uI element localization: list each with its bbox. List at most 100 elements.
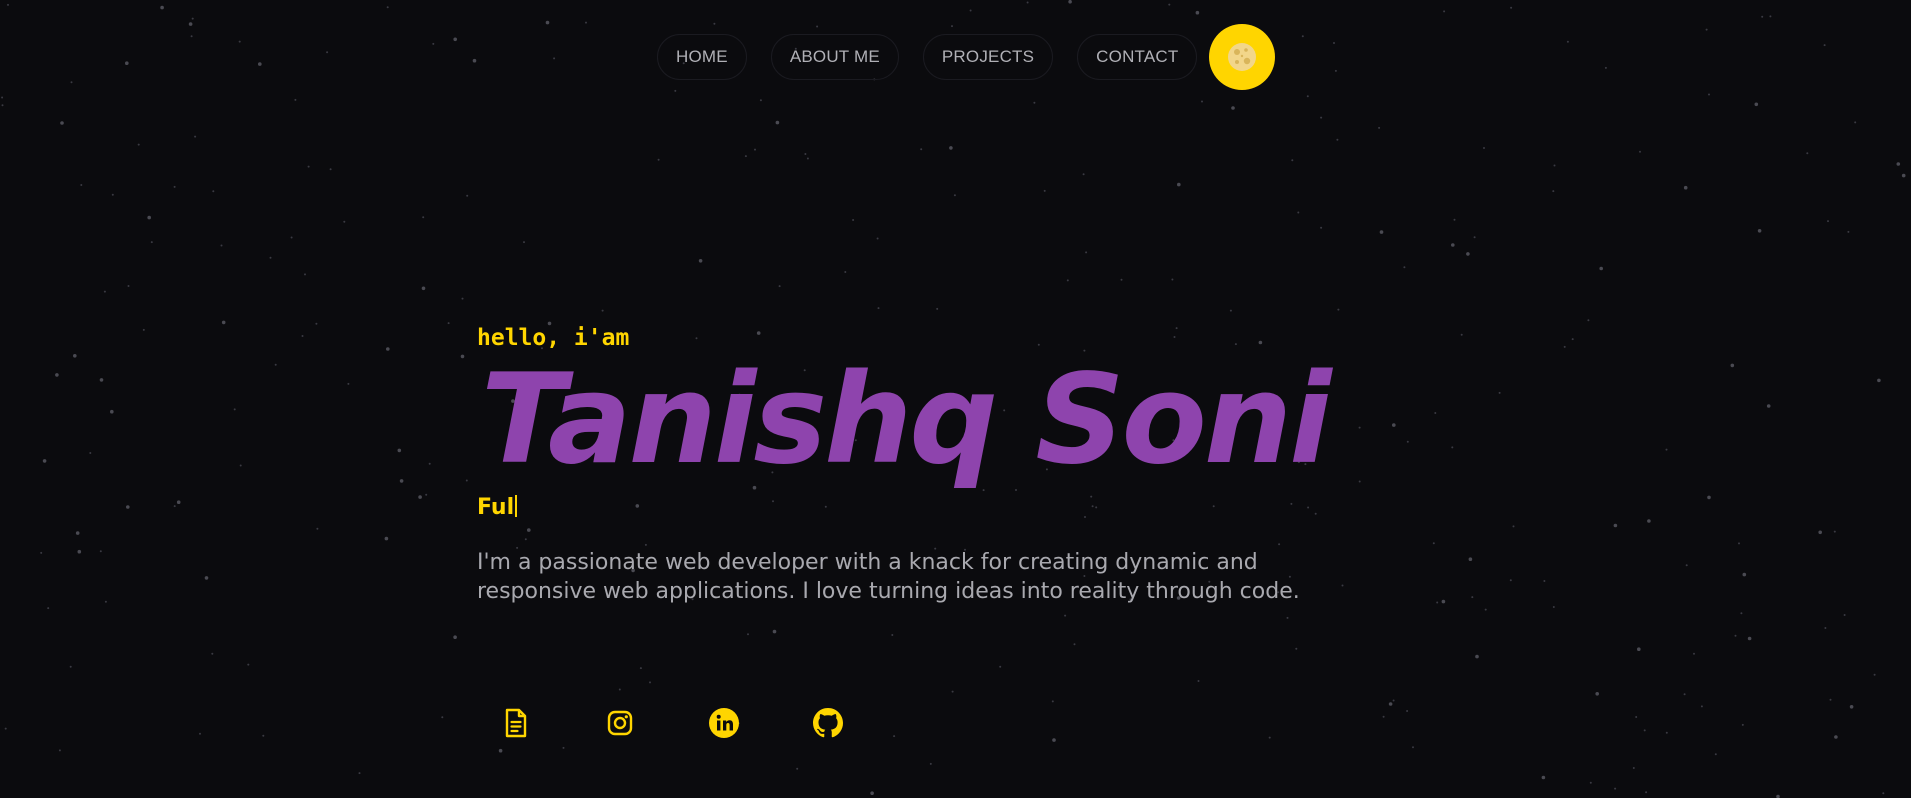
star [1441, 599, 1446, 604]
page: HOME ABOUT ME PROJECTS CONTACT hello, i'… [0, 0, 1911, 798]
star [1, 96, 4, 99]
typed-role-text: Ful [477, 492, 1417, 524]
star [1645, 791, 1648, 794]
star [806, 157, 809, 160]
star [1229, 309, 1232, 312]
star [891, 634, 894, 636]
star [1388, 702, 1393, 706]
star [754, 148, 756, 151]
hero-section: hello, i'am Tanishq Soni Ful I'm a passi… [477, 318, 1417, 628]
instagram-link[interactable] [601, 704, 639, 742]
star [1510, 6, 1513, 9]
star [1823, 44, 1826, 47]
star [1082, 173, 1085, 176]
star [1829, 698, 1832, 701]
github-link[interactable] [809, 704, 847, 742]
nav-home[interactable]: HOME [657, 34, 747, 80]
star [1761, 15, 1764, 18]
star [1412, 746, 1414, 749]
star [465, 479, 468, 482]
star [1707, 495, 1711, 500]
star [1757, 229, 1762, 233]
theme-toggle-button[interactable] [1209, 24, 1276, 90]
linkedin-link[interactable] [705, 704, 743, 742]
star [1700, 705, 1703, 708]
star [247, 663, 250, 666]
star [384, 536, 389, 541]
star [301, 335, 304, 337]
star [262, 734, 265, 737]
star [212, 190, 215, 193]
star [125, 61, 129, 65]
star [290, 236, 293, 239]
star [40, 551, 43, 554]
star [194, 135, 197, 138]
star [386, 347, 390, 351]
star [1632, 767, 1635, 769]
star [472, 58, 477, 63]
star [1882, 792, 1885, 795]
star [77, 549, 82, 554]
star [1468, 557, 1473, 561]
star [920, 148, 923, 151]
star [772, 629, 777, 634]
star [453, 635, 457, 639]
star [1553, 164, 1556, 167]
star [80, 184, 83, 186]
star [386, 6, 389, 9]
star [1403, 266, 1406, 269]
nav-contact[interactable]: CONTACT [1077, 34, 1198, 80]
star [1306, 95, 1309, 98]
star [1685, 564, 1688, 567]
star [523, 241, 525, 244]
star [418, 495, 422, 499]
instagram-icon [607, 710, 633, 736]
star [618, 688, 621, 691]
star [1827, 220, 1829, 223]
star [127, 285, 130, 287]
star [111, 193, 114, 196]
star [1333, 42, 1335, 44]
star [211, 652, 214, 655]
star [1552, 190, 1555, 193]
star [1563, 345, 1566, 348]
star [294, 98, 297, 101]
nav-about-me[interactable]: ABOUT ME [770, 34, 899, 80]
star [1177, 182, 1181, 187]
star [1334, 69, 1337, 72]
github-icon [813, 708, 843, 738]
star [1498, 391, 1501, 394]
star [1571, 338, 1574, 341]
star [601, 309, 604, 312]
star [1643, 729, 1646, 732]
star [649, 681, 651, 684]
star [1066, 279, 1069, 282]
star [1268, 736, 1271, 739]
moon-icon [1228, 43, 1257, 71]
star [69, 665, 72, 668]
resume-link[interactable] [497, 704, 535, 742]
star [4, 727, 7, 730]
star [804, 153, 807, 155]
star [1595, 692, 1599, 696]
star [1818, 530, 1822, 535]
star [657, 158, 660, 161]
star [316, 527, 319, 530]
typing-cursor [515, 495, 518, 517]
star [1639, 150, 1641, 153]
star [304, 273, 306, 276]
star [466, 194, 469, 197]
star [1073, 643, 1076, 646]
star [1068, 0, 1072, 4]
linkedin-icon [709, 708, 739, 738]
star [142, 328, 145, 331]
nav-projects[interactable]: PROJECTS [922, 34, 1054, 80]
star [1901, 173, 1906, 178]
star [1665, 448, 1668, 451]
star [1854, 121, 1857, 124]
star [775, 120, 780, 125]
star [852, 219, 855, 221]
star [1052, 738, 1056, 742]
star [1896, 162, 1901, 166]
star [562, 746, 565, 749]
